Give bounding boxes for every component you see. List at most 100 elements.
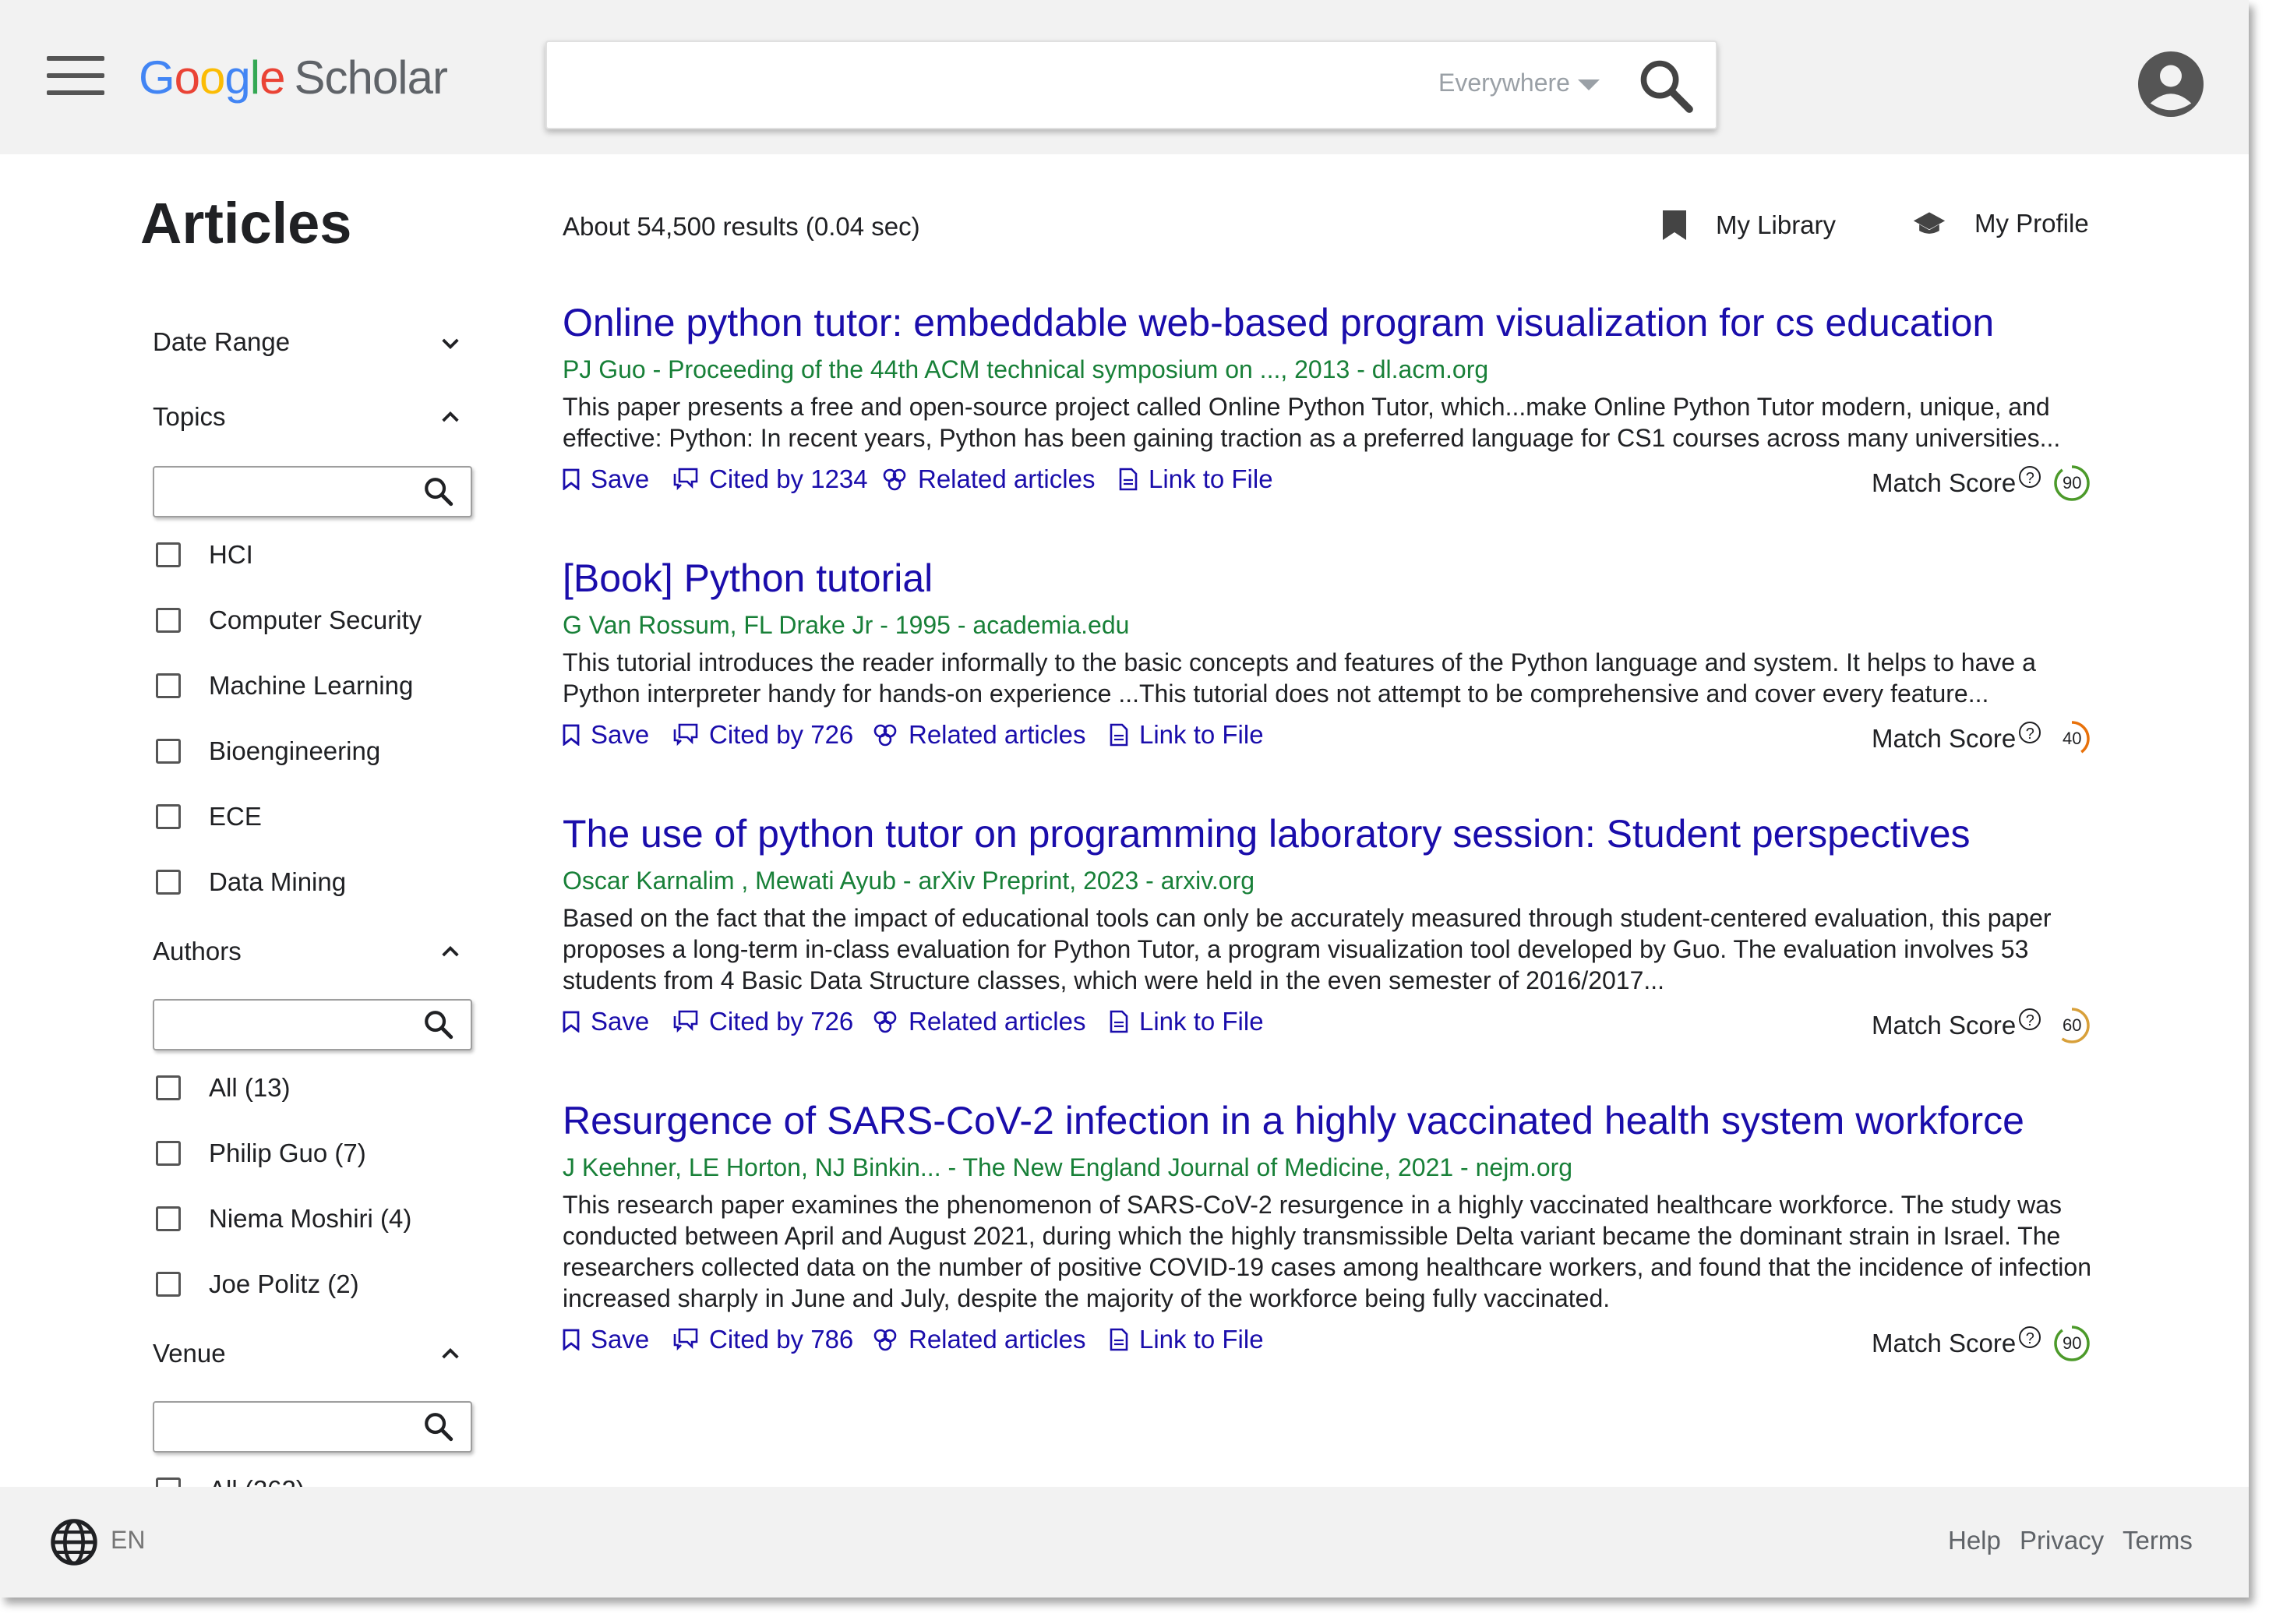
topic-checkbox-machine-learning[interactable]: Machine Learning (156, 669, 413, 703)
cited-by-label: Cited by 786 (709, 1325, 854, 1354)
graduation-cap-icon (1913, 212, 1946, 234)
topic-checkbox-ece[interactable]: ECE (156, 800, 262, 834)
account-icon[interactable] (2138, 51, 2204, 117)
filter-authors[interactable]: Authors (153, 937, 242, 966)
footer-link-help[interactable]: Help (1948, 1526, 2001, 1555)
match-score-ring: 60 (2053, 1007, 2091, 1044)
link-to-file-link[interactable]: Link to File (1110, 1007, 1264, 1036)
related-articles-link[interactable]: Related articles (873, 720, 1085, 750)
my-profile-link[interactable]: My Profile (1912, 209, 2089, 238)
file-icon (1119, 468, 1138, 491)
chevron-up-icon[interactable] (438, 940, 463, 965)
result-snippet: This research paper examines the phenome… (563, 1191, 2091, 1312)
help-icon[interactable]: ? (2019, 466, 2041, 488)
filter-topics[interactable]: Topics (153, 402, 226, 432)
author-checkbox-niema-moshiri[interactable]: Niema Moshiri (4) (156, 1202, 411, 1236)
author-checkbox-joe-politz[interactable]: Joe Politz (2) (156, 1267, 359, 1301)
search-scope-dropdown[interactable]: Everywhere (1438, 69, 1600, 97)
link-to-file-link[interactable]: Link to File (1110, 720, 1264, 750)
authors-search-input[interactable] (164, 1008, 416, 1041)
globe-icon[interactable] (50, 1518, 98, 1566)
authors-search (153, 999, 472, 1050)
search-icon[interactable] (422, 475, 455, 508)
help-icon[interactable]: ? (2019, 722, 2041, 743)
topic-checkbox-computer-security[interactable]: Computer Security (156, 603, 422, 637)
topic-checkbox-bioengineering[interactable]: Bioengineering (156, 734, 380, 768)
related-articles-link[interactable]: Related articles (873, 1325, 1085, 1354)
save-button[interactable]: Save (563, 720, 649, 750)
filter-venue[interactable]: Venue (153, 1339, 226, 1368)
save-button[interactable]: Save (563, 1325, 649, 1354)
file-icon (1110, 1010, 1128, 1033)
page-title: Articles (140, 191, 352, 256)
result-title-link[interactable]: The use of python tutor on programming l… (563, 809, 2121, 859)
topic-checkbox-hci[interactable]: HCI (156, 538, 253, 572)
help-icon[interactable]: ? (2019, 1326, 2041, 1348)
search-icon[interactable] (422, 1410, 455, 1443)
result-title-link[interactable]: Online python tutor: embeddable web-base… (563, 298, 2121, 348)
search-icon[interactable] (422, 1008, 455, 1041)
cited-by-link[interactable]: Cited by 786 (673, 1325, 853, 1354)
result-title-link[interactable]: Resurgence of SARS-CoV-2 infection in a … (563, 1096, 2121, 1146)
footer-link-privacy[interactable]: Privacy (2020, 1526, 2104, 1555)
chevron-down-icon[interactable] (438, 330, 463, 355)
save-label: Save (591, 1007, 650, 1036)
topic-checkbox-data-mining[interactable]: Data Mining (156, 865, 346, 899)
filter-date-range[interactable]: Date Range (153, 327, 290, 357)
cited-by-link[interactable]: Cited by 726 (673, 720, 853, 750)
result-meta: Oscar Karnalim , Mewati Ayub - arXiv Pre… (563, 867, 1255, 895)
related-articles-link[interactable]: Related articles (882, 464, 1095, 494)
chevron-up-icon[interactable] (438, 405, 463, 430)
result-actions: Save Cited by 786 Related articles Link … (563, 1325, 2121, 1361)
result-title-link[interactable]: [Book] Python tutorial (563, 553, 2121, 603)
result-actions: Save Cited by 726 Related articles Link … (563, 1007, 2121, 1043)
result-item: Resurgence of SARS-CoV-2 infection in a … (563, 1096, 2121, 1361)
hamburger-menu-icon[interactable] (47, 56, 104, 95)
result-meta: PJ Guo - Proceeding of the 44th ACM tech… (563, 355, 1489, 383)
venue-search (153, 1401, 472, 1453)
checkbox[interactable] (156, 608, 181, 633)
quote-chat-icon (673, 1328, 698, 1351)
search-input[interactable] (570, 58, 1431, 114)
scholar-window: Google Scholar Everywhere Articles Date R… (0, 0, 2249, 1598)
checkbox[interactable] (156, 804, 181, 829)
footer-link-terms[interactable]: Terms (2123, 1526, 2193, 1555)
link-to-file-link[interactable]: Link to File (1119, 464, 1273, 494)
checkbox-label: ECE (209, 802, 262, 831)
search-icon[interactable] (1636, 56, 1696, 115)
cited-by-label: Cited by 726 (709, 1007, 854, 1036)
match-score-ring: 90 (2053, 1325, 2091, 1362)
checkbox[interactable] (156, 673, 181, 698)
help-icon[interactable]: ? (2019, 1008, 2041, 1030)
venue-search-input[interactable] (164, 1410, 416, 1443)
cited-by-link[interactable]: Cited by 726 (673, 1007, 853, 1036)
checkbox[interactable] (156, 1141, 181, 1166)
checkbox[interactable] (156, 542, 181, 567)
author-checkbox-all[interactable]: All (13) (156, 1071, 291, 1105)
checkbox[interactable] (156, 739, 181, 764)
checkbox[interactable] (156, 1272, 181, 1297)
link-to-file-link[interactable]: Link to File (1110, 1325, 1264, 1354)
topics-search-input[interactable] (164, 475, 416, 508)
save-button[interactable]: Save (563, 1007, 649, 1036)
cited-by-link[interactable]: Cited by 1234 (673, 464, 868, 494)
checkbox[interactable] (156, 1075, 181, 1100)
language-selector[interactable]: EN (111, 1526, 145, 1555)
chevron-up-icon[interactable] (438, 1342, 463, 1367)
search-scope-label: Everywhere (1438, 69, 1570, 97)
author-checkbox-philip-guo[interactable]: Philip Guo (7) (156, 1136, 366, 1170)
google-scholar-logo[interactable]: Google Scholar (139, 47, 448, 109)
bookmark-icon (563, 1011, 580, 1033)
match-score-value: 90 (2063, 1333, 2082, 1353)
checkbox[interactable] (156, 1206, 181, 1231)
checkbox-label: Computer Security (209, 605, 422, 634)
save-button[interactable]: Save (563, 464, 649, 494)
bookmark-icon (563, 1329, 580, 1350)
my-library-link[interactable]: My Library (1661, 209, 1836, 242)
footer: EN Help Privacy Terms (0, 1487, 2249, 1598)
checkbox[interactable] (156, 870, 181, 895)
save-label: Save (591, 720, 650, 749)
match-score-value: 60 (2063, 1015, 2082, 1035)
related-articles-link[interactable]: Related articles (873, 1007, 1085, 1036)
checkbox-label: Data Mining (209, 867, 347, 896)
